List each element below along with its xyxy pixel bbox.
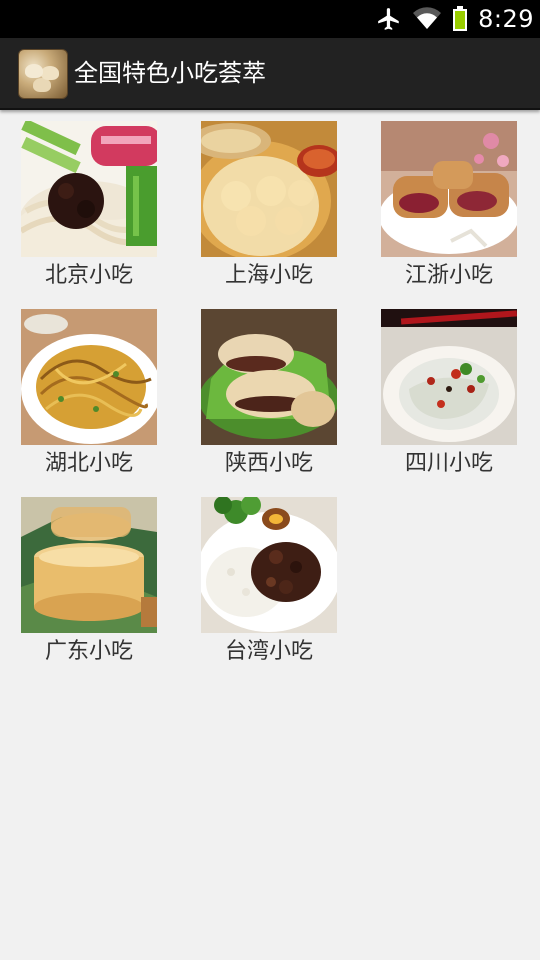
food-image-beijing — [21, 121, 157, 257]
grid-item-label: 四川小吃 — [404, 451, 493, 476]
grid-item-label: 江浙小吃 — [404, 263, 493, 288]
grid-item-label: 台湾小吃 — [224, 639, 313, 664]
food-image-sichuan — [381, 309, 517, 445]
grid-item-sichuan[interactable]: 四川小吃 — [381, 309, 517, 477]
action-bar: 全国特色小吃荟萃 — [0, 38, 540, 110]
food-image-taiwan — [201, 497, 337, 633]
battery-icon — [452, 6, 468, 32]
status-bar: 8:29 — [0, 0, 540, 38]
grid-item-guangdong[interactable]: 广东小吃 — [21, 497, 157, 665]
food-image-guangdong — [21, 497, 157, 633]
grid-item-label: 广东小吃 — [44, 639, 133, 664]
grid-item-label: 上海小吃 — [224, 263, 313, 288]
grid-item-label: 湖北小吃 — [44, 451, 133, 476]
grid-item-label: 北京小吃 — [44, 263, 133, 288]
food-image-shanghai — [201, 121, 337, 257]
grid-item-label: 陕西小吃 — [224, 451, 313, 476]
grid-item-shaanxi[interactable]: 陕西小吃 — [201, 309, 337, 477]
grid-item-shanghai[interactable]: 上海小吃 — [201, 121, 337, 289]
grid-item-hubei[interactable]: 湖北小吃 — [21, 309, 157, 477]
app-title: 全国特色小吃荟萃 — [74, 59, 266, 87]
clock: 8:29 — [478, 5, 534, 33]
grid-item-jiangzhe[interactable]: 江浙小吃 — [381, 121, 517, 289]
food-image-jiangzhe — [381, 121, 517, 257]
grid-item-taiwan[interactable]: 台湾小吃 — [201, 497, 337, 665]
status-icons: 8:29 — [376, 0, 534, 38]
food-image-hubei — [21, 309, 157, 445]
app-logo-icon[interactable] — [18, 49, 68, 99]
airplane-icon — [376, 6, 402, 32]
food-image-shaanxi — [201, 309, 337, 445]
grid-item-beijing[interactable]: 北京小吃 — [21, 121, 157, 289]
wifi-icon — [412, 7, 442, 31]
